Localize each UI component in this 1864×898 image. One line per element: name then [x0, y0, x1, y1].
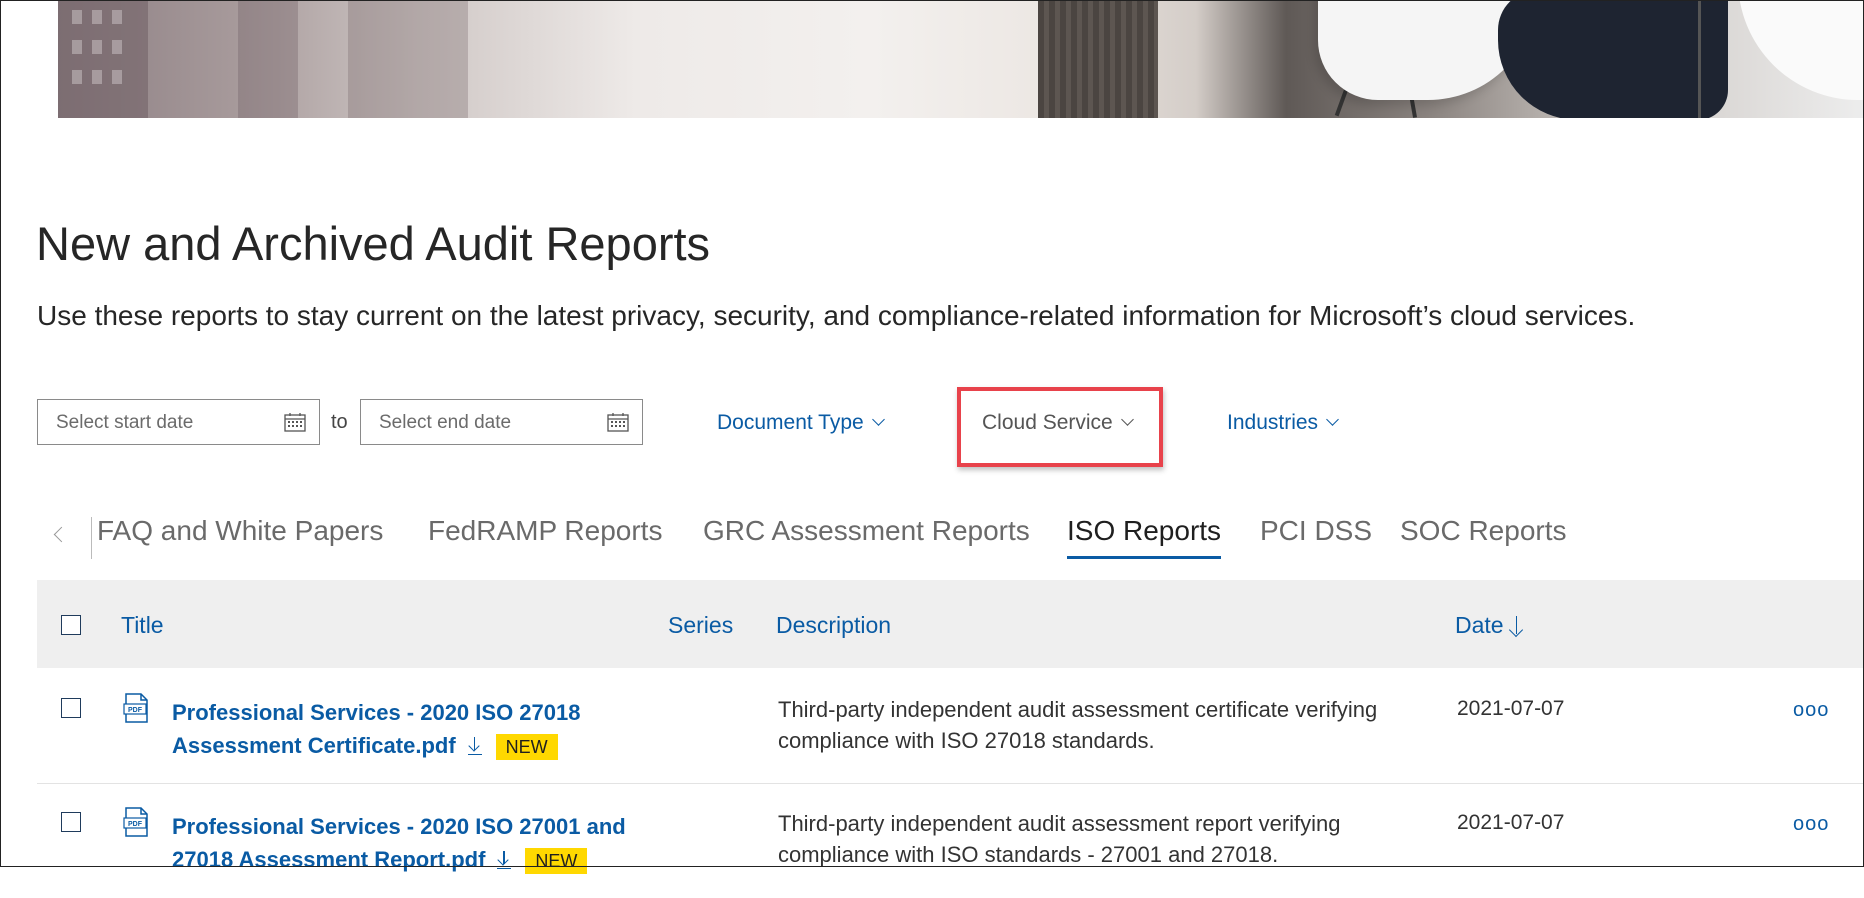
start-date-input[interactable] — [54, 411, 258, 435]
report-title-link[interactable]: Professional Services - 2020 ISO 27018 A… — [172, 696, 632, 762]
industries-dropdown[interactable]: Industries — [1227, 411, 1339, 435]
column-header-series[interactable]: Series — [668, 612, 733, 639]
row-checkbox[interactable] — [61, 812, 81, 832]
table-header: Title Series Description Date — [37, 580, 1864, 668]
document-type-label: Document Type — [717, 411, 864, 434]
tab-fedramp-reports[interactable]: FedRAMP Reports — [428, 515, 662, 547]
report-date: 2021-07-07 — [1457, 697, 1565, 720]
download-icon[interactable] — [467, 737, 482, 755]
calendar-icon[interactable] — [284, 412, 306, 432]
report-description: Third-party independent audit assessment… — [778, 811, 1341, 867]
tab-divider — [91, 517, 92, 559]
download-icon[interactable] — [497, 851, 512, 869]
cloud-service-highlight-box — [957, 387, 1163, 467]
tab-iso-reports[interactable]: ISO Reports — [1067, 515, 1222, 559]
more-options-button[interactable]: ooo — [1793, 699, 1829, 722]
report-title-link[interactable]: Professional Services - 2020 ISO 27001 a… — [172, 810, 632, 876]
more-options-button[interactable]: ooo — [1793, 813, 1829, 836]
end-date-input[interactable] — [377, 411, 581, 435]
report-description: Third-party independent audit assessment… — [778, 697, 1378, 753]
chevron-down-icon — [1326, 413, 1339, 426]
start-date-field[interactable] — [37, 399, 320, 445]
calendar-icon[interactable] — [607, 412, 629, 432]
table-row: PDF Professional Services - 2020 ISO 270… — [37, 669, 1864, 784]
tab-grc-assessment-reports[interactable]: GRC Assessment Reports — [703, 515, 1030, 547]
new-badge: NEW — [495, 734, 558, 760]
select-all-checkbox[interactable] — [61, 615, 81, 635]
end-date-field[interactable] — [360, 399, 643, 445]
tab-soc-reports[interactable]: SOC Reports — [1400, 515, 1567, 547]
new-badge: NEW — [525, 848, 588, 874]
page-subtitle: Use these reports to stay current on the… — [37, 300, 1636, 331]
svg-text:PDF: PDF — [128, 821, 143, 828]
tab-pci-dss[interactable]: PCI DSS — [1260, 515, 1372, 547]
chevron-left-icon[interactable] — [53, 526, 70, 543]
hero-banner-image — [58, 0, 1864, 118]
column-header-date-label: Date — [1455, 612, 1504, 638]
document-type-dropdown[interactable]: Document Type — [717, 411, 885, 435]
pdf-file-icon: PDF — [123, 693, 148, 723]
date-range-to-label: to — [331, 411, 348, 433]
industries-label: Industries — [1227, 411, 1319, 434]
sort-descending-icon — [1510, 616, 1524, 636]
row-checkbox[interactable] — [61, 698, 81, 718]
table-row: PDF Professional Services - 2020 ISO 270… — [37, 784, 1864, 898]
pdf-file-icon: PDF — [123, 807, 148, 837]
chevron-down-icon — [871, 413, 885, 426]
tab-faq-and-white-papers[interactable]: FAQ and White Papers — [97, 515, 383, 547]
column-header-title[interactable]: Title — [121, 612, 164, 639]
page-title: New and Archived Audit Reports — [36, 217, 711, 270]
report-date: 2021-07-07 — [1457, 811, 1565, 834]
column-header-date[interactable]: Date — [1455, 612, 1524, 639]
svg-text:PDF: PDF — [128, 707, 143, 714]
report-category-tabs: FAQ and White Papers FedRAMP Reports GRC… — [0, 515, 1864, 567]
column-header-description[interactable]: Description — [776, 612, 891, 639]
